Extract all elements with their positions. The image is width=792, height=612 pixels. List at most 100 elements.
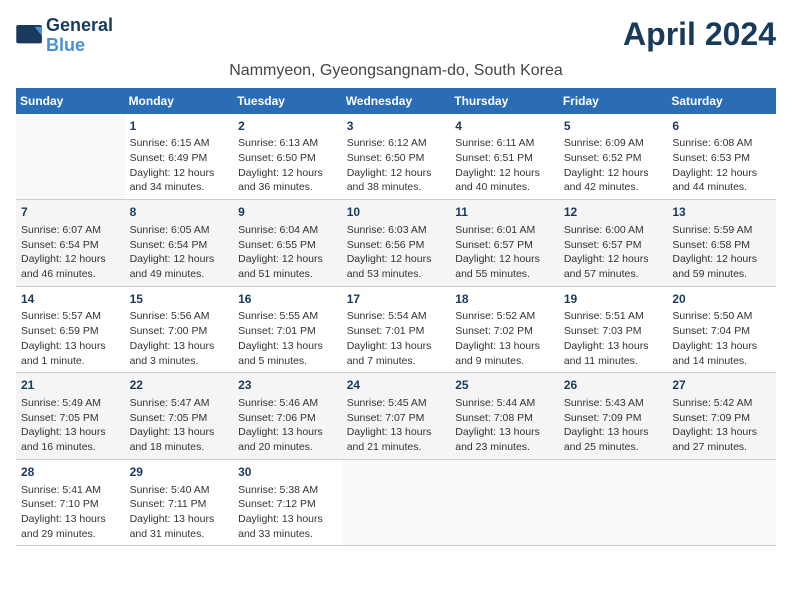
day-info: Daylight: 12 hours — [455, 252, 554, 267]
calendar-cell: 21Sunrise: 5:49 AMSunset: 7:05 PMDayligh… — [16, 373, 125, 460]
day-info: Daylight: 13 hours — [455, 425, 554, 440]
day-info: Daylight: 12 hours — [455, 166, 554, 181]
calendar-week-row: 21Sunrise: 5:49 AMSunset: 7:05 PMDayligh… — [16, 373, 776, 460]
day-info: Daylight: 13 hours — [130, 339, 229, 354]
day-info: Sunset: 7:08 PM — [455, 411, 554, 426]
calendar-cell — [667, 459, 776, 546]
day-info: Sunset: 7:01 PM — [347, 324, 446, 339]
day-info: Sunset: 6:53 PM — [672, 151, 771, 166]
day-number: 22 — [130, 377, 229, 394]
day-number: 29 — [130, 464, 229, 481]
header-row: General Blue April 2024 — [16, 16, 776, 60]
day-number: 28 — [21, 464, 120, 481]
calendar-cell: 26Sunrise: 5:43 AMSunset: 7:09 PMDayligh… — [559, 373, 668, 460]
day-info: Daylight: 13 hours — [238, 512, 337, 527]
calendar-cell: 14Sunrise: 5:57 AMSunset: 6:59 PMDayligh… — [16, 286, 125, 373]
day-info: and 44 minutes. — [672, 180, 771, 195]
day-info: Daylight: 13 hours — [564, 339, 663, 354]
day-info: and 27 minutes. — [672, 440, 771, 455]
calendar-cell: 7Sunrise: 6:07 AMSunset: 6:54 PMDaylight… — [16, 200, 125, 287]
day-info: and 21 minutes. — [347, 440, 446, 455]
day-number: 15 — [130, 291, 229, 308]
day-info: Sunset: 7:03 PM — [564, 324, 663, 339]
day-info: Sunset: 7:10 PM — [21, 497, 120, 512]
day-info: and 29 minutes. — [21, 527, 120, 542]
day-info: Daylight: 13 hours — [21, 339, 120, 354]
day-number: 30 — [238, 464, 337, 481]
day-info: Sunset: 7:04 PM — [672, 324, 771, 339]
weekday-header-row: SundayMondayTuesdayWednesdayThursdayFrid… — [16, 88, 776, 114]
calendar-cell: 28 Sunrise: 5:41 AMSunset: 7:10 PMDayligh… — [16, 459, 125, 546]
day-info: Daylight: 13 hours — [238, 425, 337, 440]
day-info: and 51 minutes. — [238, 267, 337, 282]
day-info: Sunrise: 6:12 AM — [347, 136, 446, 151]
day-info: Daylight: 13 hours — [21, 512, 120, 527]
day-info: Sunset: 7:05 PM — [130, 411, 229, 426]
calendar-cell: 5Sunrise: 6:09 AMSunset: 6:52 PMDaylight… — [559, 114, 668, 200]
day-number: 11 — [455, 204, 554, 221]
day-info: and 3 minutes. — [130, 354, 229, 369]
day-info: Daylight: 12 hours — [238, 252, 337, 267]
day-info: and 16 minutes. — [21, 440, 120, 455]
day-info: Sunrise: 6:03 AM — [347, 223, 446, 238]
day-number: 23 — [238, 377, 337, 394]
calendar-cell: 24Sunrise: 5:45 AMSunset: 7:07 PMDayligh… — [342, 373, 451, 460]
day-info: Sunset: 6:52 PM — [564, 151, 663, 166]
day-info: Daylight: 13 hours — [347, 425, 446, 440]
calendar-cell — [16, 114, 125, 200]
day-info: and 11 minutes. — [564, 354, 663, 369]
day-info: and 9 minutes. — [455, 354, 554, 369]
day-info: Daylight: 12 hours — [238, 166, 337, 181]
calendar-cell — [450, 459, 559, 546]
day-info: Sunrise: 5:57 AM — [21, 309, 120, 324]
weekday-header-saturday: Saturday — [667, 88, 776, 114]
weekday-header-sunday: Sunday — [16, 88, 125, 114]
day-number: 19 — [564, 291, 663, 308]
day-info: Sunrise: 5:45 AM — [347, 396, 446, 411]
day-info: Sunset: 7:01 PM — [238, 324, 337, 339]
calendar-cell: 17Sunrise: 5:54 AMSunset: 7:01 PMDayligh… — [342, 286, 451, 373]
logo-icon — [16, 25, 44, 47]
day-info: Sunset: 6:54 PM — [21, 238, 120, 253]
day-info: and 33 minutes. — [238, 527, 337, 542]
day-info: and 25 minutes. — [564, 440, 663, 455]
day-info: Sunrise: 5:38 AM — [238, 483, 337, 498]
day-number: 1 — [130, 118, 229, 135]
logo: General Blue — [16, 16, 113, 56]
day-info: Sunset: 7:11 PM — [130, 497, 229, 512]
day-info: Sunrise: 5:51 AM — [564, 309, 663, 324]
day-info: Sunrise: 6:01 AM — [455, 223, 554, 238]
day-info: Daylight: 12 hours — [672, 252, 771, 267]
day-info: and 14 minutes. — [672, 354, 771, 369]
day-info: Sunrise: 5:41 AM — [21, 483, 120, 498]
day-info: Sunset: 7:05 PM — [21, 411, 120, 426]
calendar-cell: 3Sunrise: 6:12 AMSunset: 6:50 PMDaylight… — [342, 114, 451, 200]
day-info: Sunrise: 5:55 AM — [238, 309, 337, 324]
day-info: and 31 minutes. — [130, 527, 229, 542]
day-info: Daylight: 12 hours — [21, 252, 120, 267]
day-info: Sunrise: 5:56 AM — [130, 309, 229, 324]
day-info: Daylight: 12 hours — [347, 252, 446, 267]
day-info: and 42 minutes. — [564, 180, 663, 195]
calendar-cell: 27Sunrise: 5:42 AMSunset: 7:09 PMDayligh… — [667, 373, 776, 460]
day-info: Sunrise: 6:13 AM — [238, 136, 337, 151]
day-info: Sunrise: 5:43 AM — [564, 396, 663, 411]
day-info: Sunset: 7:09 PM — [672, 411, 771, 426]
day-info: and 38 minutes. — [347, 180, 446, 195]
day-info: Sunset: 6:56 PM — [347, 238, 446, 253]
day-info: Sunset: 6:57 PM — [564, 238, 663, 253]
calendar-cell: 25Sunrise: 5:44 AMSunset: 7:08 PMDayligh… — [450, 373, 559, 460]
day-info: and 34 minutes. — [130, 180, 229, 195]
day-info: Sunset: 6:51 PM — [455, 151, 554, 166]
day-info: Daylight: 13 hours — [564, 425, 663, 440]
day-info: Sunrise: 6:04 AM — [238, 223, 337, 238]
calendar-cell: 30Sunrise: 5:38 AMSunset: 7:12 PMDayligh… — [233, 459, 342, 546]
day-info: and 40 minutes. — [455, 180, 554, 195]
title-area: April 2024 — [113, 16, 776, 53]
day-info: Sunset: 7:07 PM — [347, 411, 446, 426]
day-info: Sunrise: 6:08 AM — [672, 136, 771, 151]
day-number: 8 — [130, 204, 229, 221]
day-number: 27 — [672, 377, 771, 394]
calendar-week-row: 7Sunrise: 6:07 AMSunset: 6:54 PMDaylight… — [16, 200, 776, 287]
day-number: 21 — [21, 377, 120, 394]
